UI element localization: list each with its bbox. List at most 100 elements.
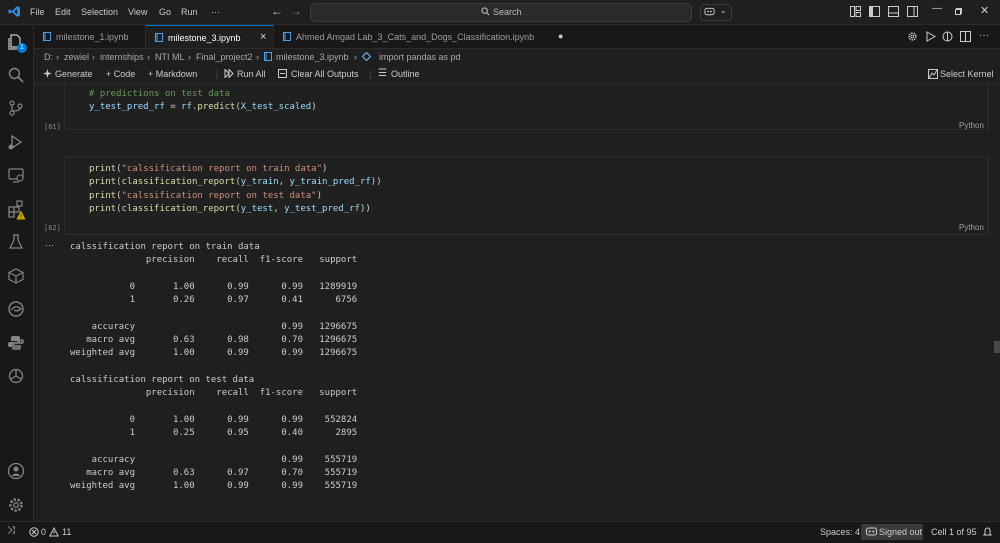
scrollbar-thumb[interactable]	[994, 341, 1000, 353]
chevron-right-icon: ›	[188, 52, 191, 62]
notebook-icon	[264, 52, 272, 61]
output-line: 0 1.00 0.99 0.99 1289919	[70, 281, 358, 292]
code-line: print(classification_report(y_train, y_t…	[89, 177, 382, 188]
notifications-bell-icon[interactable]	[982, 527, 993, 537]
back-arrow-icon[interactable]: ←	[271, 4, 283, 18]
toggle-panel-icon[interactable]	[888, 6, 899, 17]
notebook-icon	[155, 33, 163, 42]
menu-more[interactable]: ···	[211, 7, 220, 17]
output-actions-icon[interactable]: ···	[45, 240, 54, 250]
activity-bar: 1 !	[0, 25, 34, 542]
run-all-button[interactable]: Run All	[237, 69, 266, 79]
breadcrumb-item[interactable]: milestone_3.ipynb	[276, 52, 349, 62]
remote-icon[interactable]: ⤨	[7, 525, 15, 536]
cell-language[interactable]: Python	[959, 223, 984, 232]
minimize-icon[interactable]: —	[932, 3, 942, 14]
testing-icon[interactable]	[7, 233, 25, 251]
kernel-icon	[928, 69, 938, 79]
toggle-secondary-sidebar-icon[interactable]	[907, 6, 918, 17]
menu-run[interactable]: Run	[181, 7, 198, 17]
menu-edit[interactable]: Edit	[55, 7, 71, 17]
search-icon	[481, 7, 490, 16]
breadcrumb: D: › zewiel › internships › NTI ML › Fin…	[34, 49, 1000, 65]
breadcrumb-item[interactable]: import pandas as pd	[379, 52, 461, 62]
breadcrumb-item[interactable]: D:	[44, 52, 53, 62]
run-and-debug-icon[interactable]	[7, 133, 25, 151]
add-markdown-cell-button[interactable]: + Markdown	[148, 69, 197, 79]
toolbar-divider: |	[369, 69, 372, 79]
cell-position-status[interactable]: Cell 1 of 95	[931, 527, 977, 537]
toggle-primary-sidebar-icon[interactable]	[869, 6, 880, 17]
python-icon[interactable]	[7, 334, 25, 352]
menu-view[interactable]: View	[128, 7, 147, 17]
breadcrumb-item[interactable]: Final_project2	[196, 52, 253, 62]
output-line: 0 1.00 0.99 0.99 552824	[70, 414, 358, 425]
remote-explorer-icon[interactable]	[7, 166, 25, 184]
breadcrumb-item[interactable]: zewiel	[64, 52, 89, 62]
search-label: Search	[493, 7, 522, 17]
output-line: calssification report on train data	[70, 242, 260, 252]
output-line: 1 0.26 0.97 0.41 6756	[70, 295, 358, 306]
add-code-cell-button[interactable]: + Code	[106, 69, 135, 79]
output-line: accuracy 0.99 1296675	[70, 321, 358, 332]
code-cell[interactable]: # predictions on test data y_test_pred_r…	[64, 84, 989, 130]
split-editor-icon[interactable]	[960, 31, 971, 42]
restore-icon[interactable]	[955, 8, 962, 15]
source-control-icon[interactable]	[7, 99, 25, 117]
chatgpt-icon[interactable]	[7, 367, 25, 385]
error-count[interactable]: 0	[41, 527, 46, 537]
copilot-button[interactable]: ⌄	[700, 4, 732, 21]
warning-icon: !	[16, 210, 26, 220]
code-cell[interactable]: print("calssification report on train da…	[64, 156, 989, 235]
code-editor[interactable]: # predictions on test data y_test_pred_r…	[89, 88, 317, 115]
generate-button[interactable]: Generate	[55, 69, 93, 79]
chevron-right-icon: ›	[92, 52, 95, 62]
breadcrumb-item[interactable]: NTI ML	[155, 52, 185, 62]
indentation-status[interactable]: Spaces: 4	[820, 527, 860, 537]
tab-milestone-1[interactable]: milestone_1.ipynb	[34, 25, 146, 48]
code-line: print(classification_report(y_test, y_te…	[89, 203, 371, 214]
output-line: calssification report on test data	[70, 374, 255, 385]
settings-gear-icon[interactable]	[907, 31, 918, 42]
tab-label: milestone_3.ipynb	[168, 33, 241, 43]
breadcrumb-item[interactable]: internships	[100, 52, 144, 62]
warning-icon	[49, 527, 59, 537]
clear-all-outputs-button[interactable]: Clear All Outputs	[291, 69, 359, 79]
notebook-icon	[43, 32, 51, 41]
tab-milestone-3[interactable]: milestone_3.ipynb ×	[146, 25, 274, 48]
accounts-icon[interactable]	[7, 462, 25, 480]
containers-icon[interactable]	[7, 267, 25, 285]
settings-gear-icon[interactable]	[7, 496, 25, 514]
tab-cats-and-dogs[interactable]: Ahmed Amgad Lab_3_Cats_and_Dogs_Classifi…	[274, 25, 574, 48]
more-actions-icon[interactable]: ···	[979, 30, 989, 41]
error-icon	[29, 527, 39, 537]
menu-selection[interactable]: Selection	[81, 7, 118, 17]
code-line: y_test_pred_rf = rf.predict(X_test_scale…	[89, 102, 317, 113]
select-kernel-button[interactable]: Select Kernel	[940, 69, 994, 79]
outline-button[interactable]: Outline	[391, 69, 420, 79]
forward-arrow-icon[interactable]: →	[290, 4, 302, 18]
run-all-icon	[224, 69, 234, 78]
search-icon[interactable]	[7, 66, 25, 84]
menu-go[interactable]: Go	[159, 7, 171, 17]
command-center-search[interactable]: Search	[310, 3, 692, 22]
output-line: macro avg 0.63 0.97 0.70 555719	[70, 468, 358, 479]
vscode-logo-icon	[8, 6, 20, 17]
copilot-icon	[704, 7, 715, 16]
status-bar: ⤨ 0 11 Spaces: 4 Signed out Cell 1 of 95	[0, 521, 1000, 543]
code-editor[interactable]: print("calssification report on train da…	[89, 163, 382, 216]
warning-count[interactable]: 11	[62, 527, 71, 537]
chevron-down-icon: ⌄	[720, 6, 727, 15]
close-window-icon[interactable]: ✕	[980, 4, 989, 17]
signed-out-button[interactable]: Signed out	[861, 524, 923, 540]
output-line: macro avg 0.63 0.98 0.70 1296675	[70, 335, 358, 346]
output-line: weighted avg 1.00 0.99 0.99 555719	[70, 481, 358, 492]
close-tab-icon[interactable]: ×	[260, 31, 266, 43]
run-icon[interactable]	[925, 31, 936, 42]
diff-icon[interactable]	[942, 31, 953, 42]
output-line: precision recall f1-score support	[70, 388, 358, 399]
layout-customize-icon[interactable]	[850, 6, 861, 17]
menu-file[interactable]: File	[30, 7, 45, 17]
cell-language[interactable]: Python	[959, 121, 984, 130]
edge-icon[interactable]	[7, 300, 25, 318]
